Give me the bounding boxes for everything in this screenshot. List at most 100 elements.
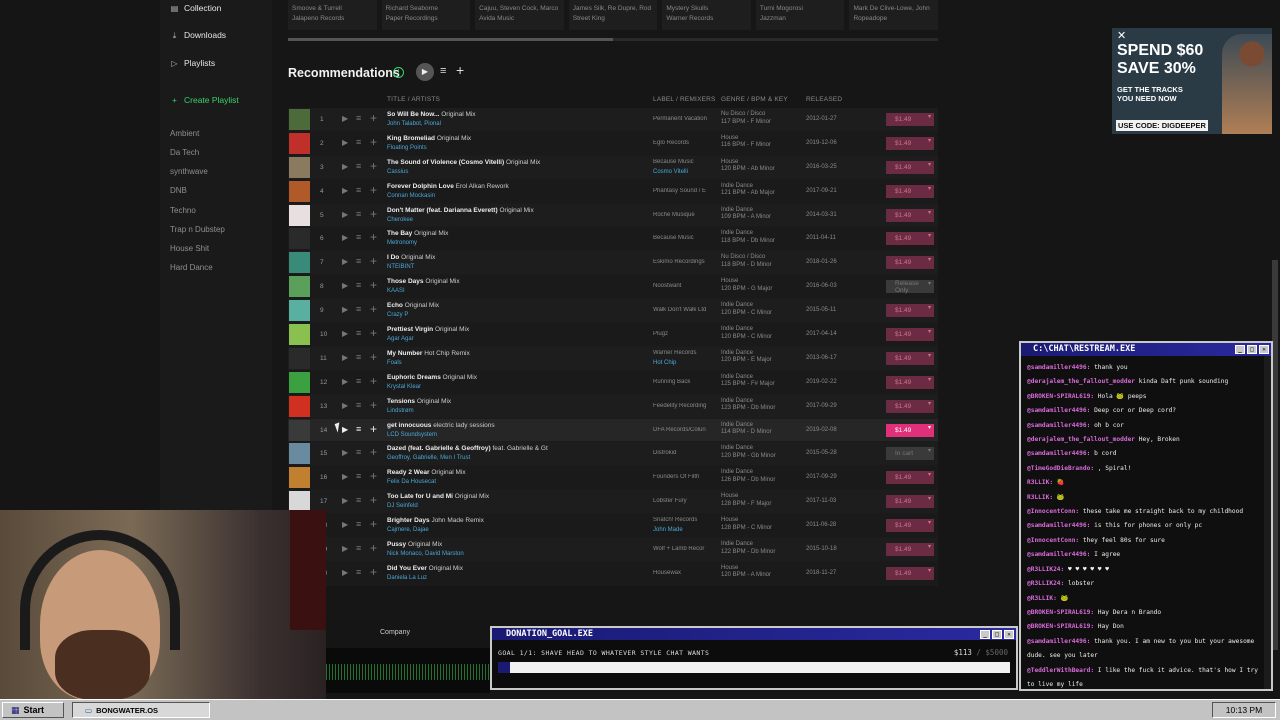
add-icon[interactable]: + — [370, 254, 377, 268]
minimize-icon[interactable]: _ — [1235, 345, 1245, 354]
chevron-down-icon[interactable]: ▾ — [928, 328, 931, 335]
chat-username[interactable]: @samdamiller4496: — [1027, 522, 1090, 529]
track-remixer[interactable]: Hot Chip — [653, 360, 676, 366]
maximize-icon[interactable]: □ — [992, 630, 1002, 639]
track-label[interactable]: DFA Records/Colun — [653, 427, 715, 433]
track-label[interactable]: Because Music — [653, 159, 715, 165]
track-label[interactable]: Eglo Records — [653, 140, 715, 146]
close-icon[interactable]: ✕ — [1259, 345, 1269, 354]
add-icon[interactable]: + — [370, 159, 377, 173]
play-icon[interactable]: ▶ — [342, 448, 348, 457]
track-row[interactable]: 16 ▶ ≡ + Ready 2 Wear Original Mix Felix… — [288, 466, 938, 491]
track-label[interactable]: Plugz — [653, 331, 715, 337]
info-icon[interactable]: i — [393, 67, 404, 78]
play-icon[interactable]: ▶ — [342, 114, 348, 123]
release-card[interactable]: Mark De Clive-Lowe, John Ropeadope — [849, 0, 939, 30]
track-artists[interactable]: Krystal Klear — [387, 384, 421, 390]
taskbar-app-button[interactable]: ▭ BONGWATER.OS — [72, 702, 210, 718]
track-title[interactable]: So Will Be Now... Original Mix — [387, 111, 476, 118]
buy-button[interactable]: $1.49 ▾ — [886, 543, 934, 557]
chevron-down-icon[interactable]: ▾ — [928, 400, 931, 407]
add-to-queue-icon[interactable]: ≡ — [356, 304, 361, 314]
track-artwork[interactable] — [289, 347, 310, 369]
add-to-queue-icon[interactable]: ≡ — [356, 447, 361, 457]
playlist-item[interactable]: Ambient — [170, 129, 199, 138]
chevron-down-icon[interactable]: ▾ — [928, 424, 931, 431]
track-artwork[interactable] — [289, 132, 310, 154]
track-row[interactable]: 20 ▶ ≡ + Did You Ever Original Mix Danie… — [288, 561, 938, 586]
chevron-down-icon[interactable]: ▾ — [928, 280, 931, 287]
add-to-queue-icon[interactable]: ≡ — [356, 113, 361, 123]
chevron-down-icon[interactable]: ▾ — [928, 519, 931, 526]
chevron-down-icon[interactable]: ▾ — [928, 352, 931, 359]
track-row[interactable]: 9 ▶ ≡ + Echo Original Mix Crazy P Walk D… — [288, 299, 938, 324]
add-icon[interactable]: + — [370, 207, 377, 221]
playlist-item[interactable]: Trap n Dubstep — [170, 225, 225, 234]
track-remixer[interactable]: Cosmo Vitelli — [653, 169, 688, 175]
play-icon[interactable]: ▶ — [342, 353, 348, 362]
add-icon[interactable]: + — [370, 398, 377, 412]
track-row[interactable]: 12 ▶ ≡ + Euphoric Dreams Original Mix Kr… — [288, 370, 938, 395]
buy-button[interactable]: $1.49 ▾ — [886, 256, 934, 270]
track-row[interactable]: 18 ▶ ≡ + Brighter Days John Made Remix C… — [288, 514, 938, 539]
play-icon[interactable]: ▶ — [342, 162, 348, 171]
chat-username[interactable]: @R3LLIK24: — [1027, 566, 1064, 573]
buy-button[interactable]: $1.49 ▾ — [886, 471, 934, 485]
buy-button[interactable]: $1.49 ▾ — [886, 375, 934, 389]
track-title[interactable]: Those Days Original Mix — [387, 278, 460, 285]
release-card[interactable]: Cajuu, Steven Cock, Marco Avida Music — [475, 0, 564, 30]
track-row[interactable]: 10 ▶ ≡ + Prettiest Virgin Original Mix A… — [288, 323, 938, 347]
track-artists[interactable]: Geoffroy, Gabrielle, Men I Trust — [387, 455, 470, 461]
add-icon[interactable]: + — [370, 135, 377, 149]
play-icon[interactable]: ▶ — [342, 544, 348, 553]
chat-username[interactable]: @samdamiller4496: — [1027, 638, 1090, 645]
track-label[interactable]: Distrokid — [653, 450, 715, 456]
track-artists[interactable]: Crazy P — [387, 312, 408, 318]
chevron-down-icon[interactable]: ▾ — [928, 447, 931, 454]
chat-scrollbar[interactable] — [1264, 356, 1271, 689]
track-label[interactable]: Roche Musique — [653, 212, 715, 218]
track-artwork[interactable] — [289, 204, 310, 226]
track-artwork[interactable] — [289, 443, 310, 465]
buy-button[interactable]: $1.49 ▾ — [886, 423, 934, 437]
add-icon[interactable]: + — [370, 469, 377, 483]
track-artists[interactable]: NTEIBINT — [387, 264, 414, 270]
add-icon[interactable]: + — [370, 350, 377, 364]
buy-button[interactable]: $1.49 ▾ — [886, 184, 934, 198]
buy-button[interactable]: $1.49 ▾ — [886, 351, 934, 365]
release-card[interactable]: James Silk, Re Dupre, Rod Street King — [568, 0, 658, 30]
track-label[interactable]: Eskimo Recordings — [653, 259, 715, 265]
add-icon[interactable]: + — [370, 183, 377, 197]
track-row[interactable]: 4 ▶ ≡ + Forever Dolphin Love Erol Alkan … — [288, 179, 938, 204]
maximize-icon[interactable]: □ — [1247, 345, 1257, 354]
minimize-icon[interactable]: _ — [980, 630, 990, 639]
track-artists[interactable]: Agar Agar — [387, 336, 414, 342]
track-row[interactable]: 14 ▶ ≡ + get innocuous electric lady ses… — [288, 418, 938, 443]
track-row[interactable]: 7 ▶ ≡ + I Do Original Mix NTEIBINT Eskim… — [288, 251, 938, 276]
add-to-queue-icon[interactable]: ≡ — [356, 161, 361, 171]
track-label[interactable]: Phantasy Sound / E — [653, 188, 715, 194]
add-icon[interactable]: + — [370, 493, 377, 507]
track-label[interactable]: Permanent Vacation — [653, 116, 715, 122]
sidebar-item-downloads[interactable]: ⤓ Downloads — [170, 30, 226, 40]
track-label[interactable]: Running Back — [653, 379, 715, 385]
add-icon[interactable]: + — [370, 230, 377, 244]
track-label[interactable]: Snatch! Records — [653, 517, 715, 523]
track-artists[interactable]: Lindstrøm — [387, 408, 414, 414]
track-label[interactable]: Because Music — [653, 235, 715, 241]
chat-username[interactable]: @samdamiller4496: — [1027, 450, 1090, 457]
chevron-down-icon[interactable]: ▾ — [928, 256, 931, 263]
chat-username[interactable]: @derajalem_the_fallout_modder — [1027, 436, 1135, 443]
play-icon[interactable]: ▶ — [342, 138, 348, 147]
play-icon[interactable]: ▶ — [342, 305, 348, 314]
track-label[interactable]: Founders Of Filth — [653, 474, 715, 480]
track-artists[interactable]: John Talabot, Pional — [387, 121, 441, 127]
playlist-item[interactable]: House Shit — [170, 244, 209, 253]
chevron-down-icon[interactable]: ▾ — [928, 471, 931, 478]
add-to-queue-icon[interactable]: ≡ — [356, 376, 361, 386]
chat-username[interactable]: @samdamiller4496: — [1027, 551, 1090, 558]
play-icon[interactable]: ▶ — [342, 329, 348, 338]
play-icon[interactable]: ▶ — [342, 233, 348, 242]
chat-username[interactable]: R3LLIK: — [1027, 479, 1053, 486]
track-title[interactable]: Pussy Original Mix — [387, 541, 442, 548]
